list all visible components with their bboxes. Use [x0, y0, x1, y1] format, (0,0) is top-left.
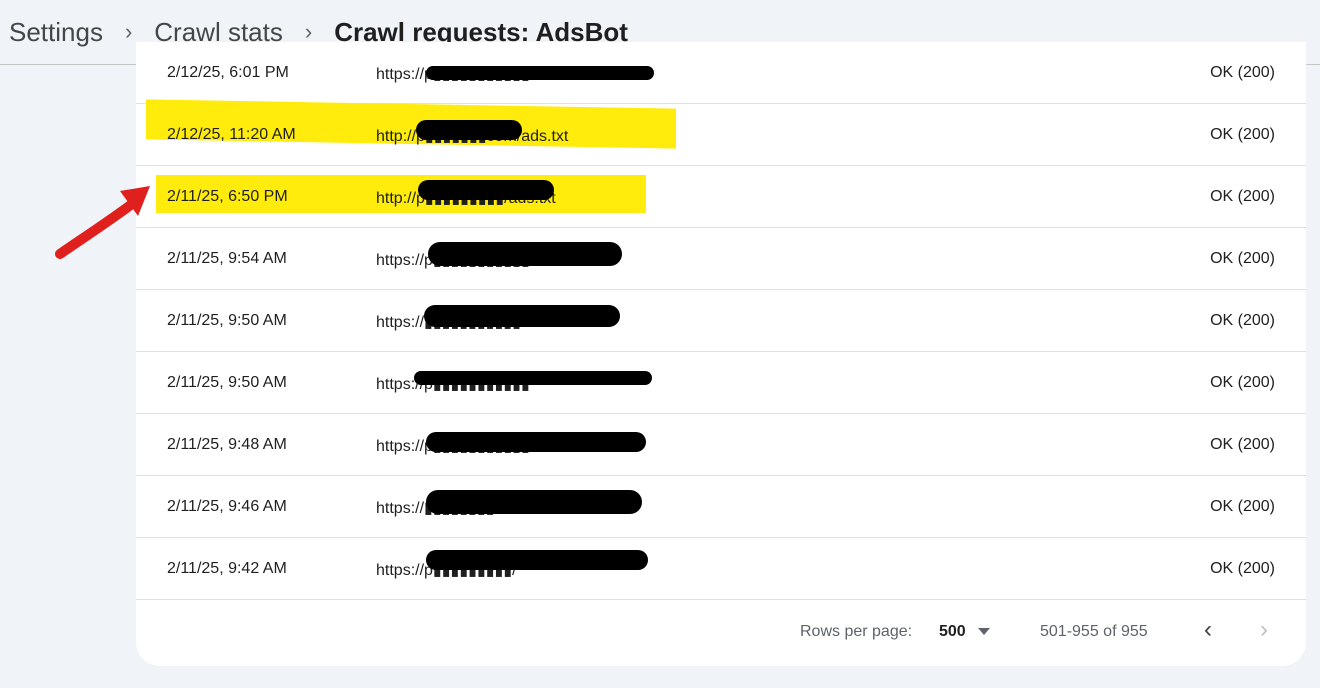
table-row[interactable]: 2/11/25, 9:46 AM https://▮▮▮▮▮▮▮▮.com/ad… — [136, 476, 1306, 538]
table-row[interactable]: 2/11/25, 6:50 PM http://p▮▮▮▮▮▮▮▮▮/ads.t… — [136, 166, 1306, 228]
row-status: OK (200) — [1210, 188, 1275, 205]
redaction-mark — [424, 305, 620, 327]
row-status: OK (200) — [1210, 374, 1275, 391]
row-date: 2/11/25, 9:50 AM — [167, 312, 287, 329]
table-row[interactable]: 2/11/25, 9:50 AM https://p▮▮▮▮▮▮▮▮▮▮▮ OK… — [136, 352, 1306, 414]
table-row[interactable]: 2/11/25, 9:50 AM https://▮▮▮▮▮▮▮▮▮▮▮/ OK… — [136, 290, 1306, 352]
row-date: 2/11/25, 9:48 AM — [167, 436, 287, 453]
redaction-mark — [426, 432, 646, 452]
redaction-mark — [426, 550, 648, 570]
redaction-mark — [414, 371, 652, 385]
row-date: 2/11/25, 9:50 AM — [167, 374, 287, 391]
row-status: OK (200) — [1210, 64, 1275, 81]
annotation-arrow-icon — [55, 186, 150, 259]
table-row[interactable]: 2/12/25, 6:01 PM https://p▮▮▮▮▮▮▮▮▮▮▮ OK… — [136, 42, 1306, 104]
chevron-left-icon[interactable]: ‹ — [1193, 615, 1223, 645]
table-row[interactable]: 2/11/25, 9:42 AM https://p▮▮▮▮▮▮▮▮▮/ OK … — [136, 538, 1306, 600]
rows-per-page-label: Rows per page: — [800, 623, 913, 640]
table-row[interactable]: 2/12/25, 11:20 AM http://p▮▮▮▮▮▮▮com/ads… — [136, 99, 1306, 166]
row-date: 2/11/25, 9:54 AM — [167, 250, 287, 267]
table-body: 2/12/25, 6:01 PM https://p▮▮▮▮▮▮▮▮▮▮▮ OK… — [136, 42, 1306, 600]
crawl-requests-table-card: 2/12/25, 6:01 PM https://p▮▮▮▮▮▮▮▮▮▮▮ OK… — [136, 42, 1306, 666]
row-date: 2/11/25, 9:42 AM — [167, 560, 287, 577]
redaction-mark — [416, 120, 522, 140]
table-pagination: Rows per page: 500 501-955 of 955 ‹ › — [136, 595, 1306, 665]
row-status: OK (200) — [1210, 498, 1275, 515]
redaction-mark — [426, 66, 654, 80]
row-status: OK (200) — [1210, 312, 1275, 329]
row-status: OK (200) — [1210, 250, 1275, 267]
redaction-mark — [418, 180, 554, 200]
row-status: OK (200) — [1210, 126, 1275, 143]
redaction-mark — [428, 242, 622, 266]
rows-per-page-select[interactable]: 500 — [939, 623, 966, 641]
chevron-right-icon: › — [124, 19, 133, 44]
row-date: 2/11/25, 6:50 PM — [167, 188, 288, 205]
row-date: 2/12/25, 11:20 AM — [167, 126, 296, 143]
row-status: OK (200) — [1210, 436, 1275, 453]
row-date: 2/12/25, 6:01 PM — [167, 64, 289, 81]
row-date: 2/11/25, 9:46 AM — [167, 498, 287, 515]
redaction-mark — [426, 490, 642, 514]
pagination-range: 501-955 of 955 — [1040, 623, 1148, 640]
caret-down-icon[interactable] — [978, 628, 990, 635]
breadcrumb-settings[interactable]: Settings — [9, 17, 103, 48]
table-row[interactable]: 2/11/25, 9:48 AM https://p▮▮▮▮▮▮▮▮▮▮▮/ O… — [136, 414, 1306, 476]
row-status: OK (200) — [1210, 560, 1275, 577]
chevron-right-icon[interactable]: › — [1249, 615, 1279, 645]
table-row[interactable]: 2/11/25, 9:54 AM https://p▮▮▮▮▮▮▮▮▮▮▮/ O… — [136, 228, 1306, 290]
